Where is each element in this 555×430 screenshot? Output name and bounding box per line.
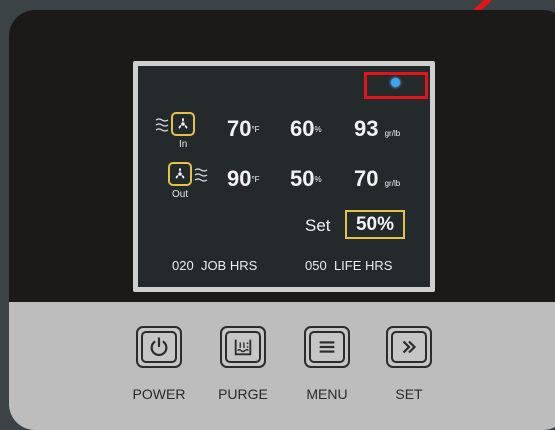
out-grains: 70 gr/lb (354, 166, 401, 191)
button-panel (9, 302, 555, 430)
wifi-status-icon (391, 78, 400, 87)
out-temperature: 90°F (227, 166, 260, 191)
app-window: { "display": { "in": { "label": "In", "t… (0, 0, 555, 430)
purge-icon (234, 339, 252, 356)
set-humidity-value: 50% (345, 210, 405, 239)
in-temperature: 70°F (227, 116, 260, 141)
in-grains: 93 gr/lb (354, 116, 401, 141)
exhaust-fan-icon (168, 162, 192, 186)
in-humidity: 60% (290, 116, 322, 141)
out-humidity: 50% (290, 166, 322, 191)
lcd-display: In 70°F 60% 93 gr/lb Out 90°F 50% 70 gr/… (138, 66, 430, 287)
life-hours: 050 LIFE HRS (305, 258, 393, 273)
power-icon (150, 337, 168, 357)
power-button-label: POWER (132, 386, 186, 402)
double-chevron-right-icon (402, 340, 417, 354)
menu-icon (319, 341, 335, 353)
in-label: In (179, 139, 188, 150)
power-button[interactable] (136, 326, 182, 368)
intake-fan-icon (171, 112, 195, 136)
set-button[interactable] (386, 326, 432, 368)
menu-button-label: MENU (306, 386, 348, 402)
purge-button-label: PURGE (218, 386, 268, 402)
job-hours: 020 JOB HRS (172, 258, 258, 273)
set-label: Set (305, 216, 331, 235)
airflow-waves-icon (155, 118, 169, 132)
display-bezel: In 70°F 60% 93 gr/lb Out 90°F 50% 70 gr/… (133, 61, 435, 292)
set-button-label: SET (395, 386, 423, 402)
out-label: Out (172, 189, 189, 200)
device-panel: In 70°F 60% 93 gr/lb Out 90°F 50% 70 gr/… (9, 10, 555, 430)
airflow-waves-icon (194, 168, 208, 182)
purge-button[interactable] (220, 326, 266, 368)
menu-button[interactable] (304, 326, 350, 368)
